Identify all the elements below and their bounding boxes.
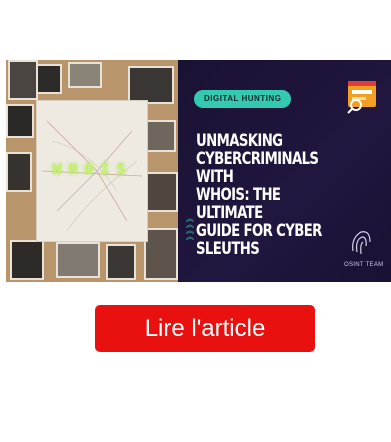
collage-photo — [10, 240, 44, 280]
search-window-icon — [347, 81, 376, 114]
collage-photo — [68, 62, 102, 88]
title-panel: DIGITAL HUNTING UNMASKING CYBERCRIMINALS… — [178, 60, 391, 282]
article-card: WHOIS DIGITAL HUNTING UNMASKING CYBERCRI… — [0, 0, 391, 442]
collage-photo — [6, 152, 32, 192]
chevron-stack-icon: ︽ ︽ ︽ ︽ — [186, 214, 194, 241]
evidence-board-collage: WHOIS — [6, 60, 178, 282]
brand-name: OSINT TEAM — [344, 262, 384, 268]
collage-photo — [106, 244, 136, 280]
article-headline: UNMASKING CYBERCRIMINALS WITH WHOIS: THE… — [196, 131, 322, 259]
collage-photo — [36, 64, 62, 94]
article-thumbnail[interactable]: WHOIS DIGITAL HUNTING UNMASKING CYBERCRI… — [6, 60, 391, 282]
collage-photo — [144, 228, 178, 280]
collage-photo — [8, 60, 38, 100]
collage-photo — [128, 66, 174, 104]
read-article-button[interactable]: Lire l'article — [95, 305, 315, 352]
collage-photo — [56, 242, 100, 278]
fingerprint-logo-icon — [352, 231, 371, 255]
collage-photo — [6, 104, 34, 138]
collage-whois-text: WHOIS — [52, 160, 133, 178]
category-badge: DIGITAL HUNTING — [194, 90, 292, 108]
collage-photo — [146, 172, 178, 212]
